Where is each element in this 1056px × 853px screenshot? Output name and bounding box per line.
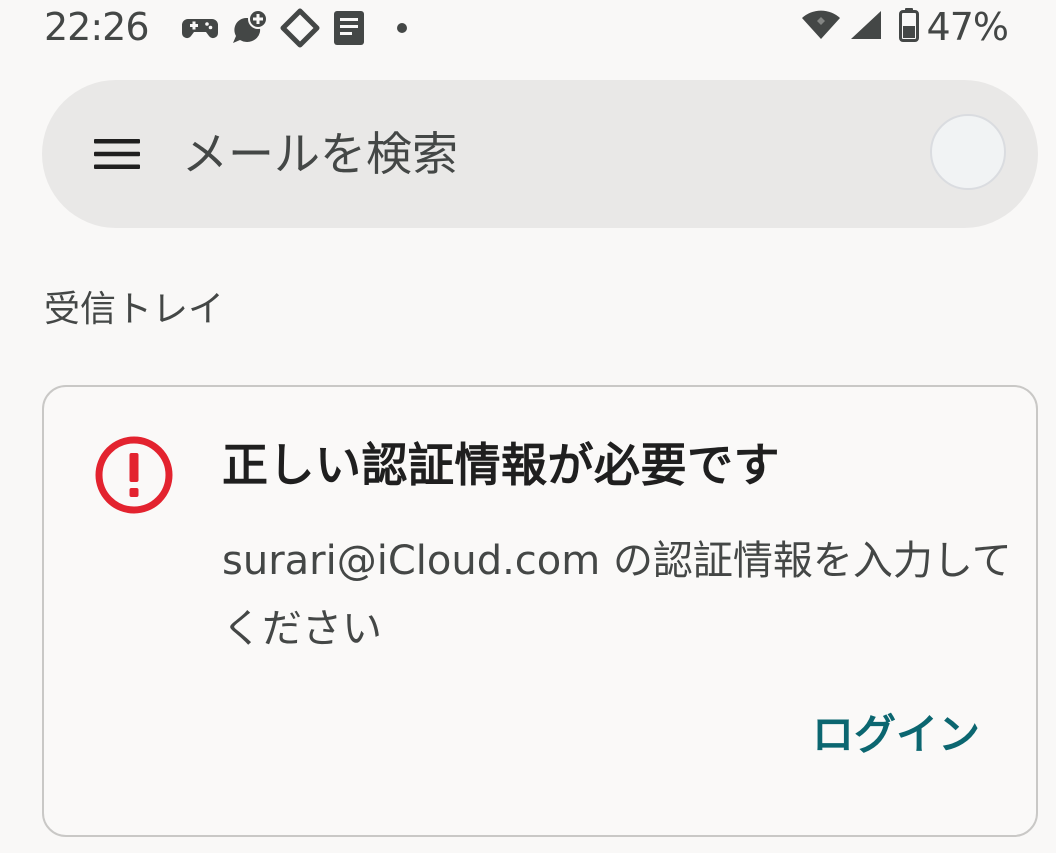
gmail-inbox-screen: 22:26 47% メールを検索 受信トレイ 正しい認証情報が必要です sura… [0, 0, 1056, 853]
battery-icon [898, 8, 919, 46]
more-dot-icon [396, 22, 408, 34]
notification-icons [182, 8, 408, 48]
login-button[interactable]: ログイン [812, 707, 980, 763]
credentials-alert-card: 正しい認証情報が必要です surari@iCloud.com の認証情報を入力し… [42, 385, 1038, 837]
wifi-icon [801, 9, 841, 45]
mailbox-label: 受信トレイ [44, 289, 225, 330]
game-controller-icon [182, 13, 218, 43]
document-icon [332, 9, 366, 47]
search-bar[interactable]: メールを検索 [42, 80, 1038, 228]
status-time: 22:26 [44, 5, 150, 49]
diamond-icon [280, 8, 320, 48]
alert-message: surari@iCloud.com の認証情報を入力してください [222, 538, 1012, 652]
menu-icon[interactable] [94, 136, 140, 172]
alert-title: 正しい認証情報が必要です [222, 438, 780, 492]
error-icon [94, 435, 174, 515]
status-bar: 22:26 47% [0, 0, 1056, 56]
search-input[interactable]: メールを検索 [182, 124, 458, 184]
account-avatar[interactable] [930, 114, 1006, 190]
battery-percentage: 47% [926, 5, 1009, 49]
chat-plus-icon [230, 10, 268, 46]
system-status: 47% [801, 4, 1009, 50]
cellular-signal-icon [849, 9, 883, 45]
